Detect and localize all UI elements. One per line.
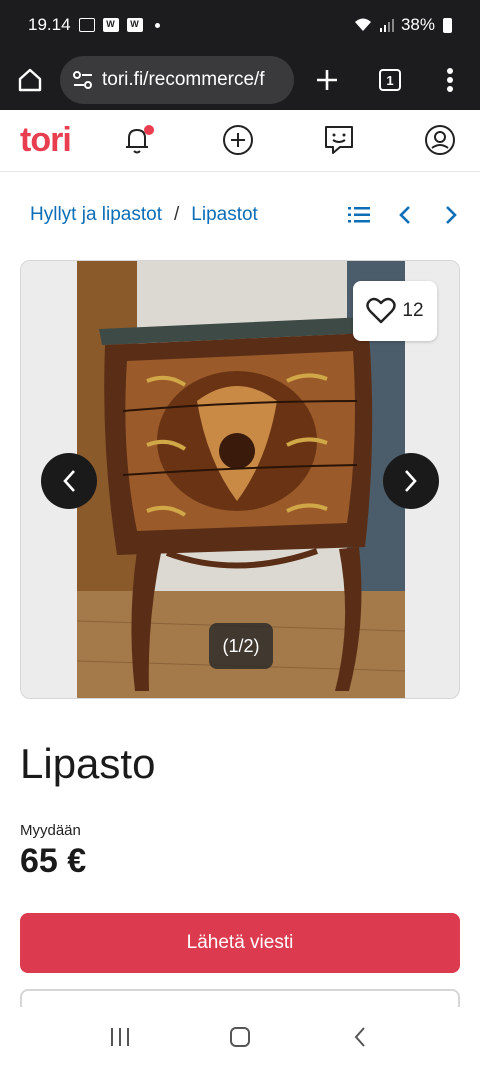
url-text: tori.fi/recommerce/f — [102, 69, 265, 90]
new-tab-button[interactable] — [294, 50, 360, 110]
next-image-button[interactable] — [383, 453, 439, 509]
site-settings-icon[interactable] — [72, 70, 94, 90]
browser-toolbar: tori.fi/recommerce/f 1 — [0, 50, 480, 110]
breadcrumb: Hyllyt ja lipastot / Lipastot — [30, 204, 258, 226]
wifi-icon — [354, 18, 371, 31]
tabs-button[interactable]: 1 — [360, 50, 420, 110]
home-button[interactable] — [220, 1017, 260, 1057]
site-header: tori — [0, 110, 480, 172]
profile-button[interactable] — [422, 122, 458, 158]
add-circle-icon — [223, 125, 253, 155]
messages-icon — [325, 126, 353, 154]
breadcrumb-row: Hyllyt ja lipastot / Lipastot — [0, 195, 480, 235]
favorite-count: 12 — [402, 300, 424, 321]
browser-menu-button[interactable] — [420, 50, 480, 110]
image-gallery[interactable]: 12 (1/2) — [20, 260, 460, 699]
favorite-button[interactable]: 12 — [353, 281, 437, 341]
next-arrow-icon — [405, 470, 417, 492]
breadcrumb-item-dressers[interactable]: Lipastot — [191, 204, 258, 226]
status-time: 19.14 — [28, 15, 71, 34]
listing-title: Lipasto — [20, 740, 156, 787]
recents-icon — [111, 1028, 129, 1046]
home-icon — [230, 1027, 250, 1047]
battery-icon — [443, 17, 452, 33]
more-vert-icon — [447, 68, 453, 92]
back-icon — [354, 1027, 365, 1047]
browser-home-button[interactable] — [0, 50, 60, 110]
tabs-icon: 1 — [379, 69, 401, 91]
next-listing-button[interactable] — [438, 202, 464, 228]
listing-price: 65 € — [20, 842, 87, 880]
status-bar: 19.14 W W 38% — [0, 0, 480, 50]
w-app-icon: W — [102, 18, 119, 32]
bell-icon — [126, 125, 154, 154]
w-app-icon: W — [126, 18, 143, 32]
image-counter: (1/2) — [209, 623, 273, 669]
system-navigation-bar — [0, 1007, 480, 1067]
notifications-button[interactable] — [120, 122, 156, 158]
heart-icon — [366, 297, 397, 324]
chevron-left-icon — [399, 206, 410, 224]
signal-icon — [379, 19, 394, 32]
home-icon — [18, 68, 42, 92]
send-message-button[interactable]: Lähetä viesti — [20, 913, 460, 973]
list-icon — [348, 207, 370, 223]
address-bar[interactable]: tori.fi/recommerce/f — [60, 56, 294, 104]
new-listing-button[interactable] — [220, 122, 256, 158]
list-view-button[interactable] — [346, 202, 372, 228]
tori-logo[interactable]: tori — [20, 121, 72, 160]
previous-image-button[interactable] — [41, 453, 97, 509]
messages-button[interactable] — [321, 122, 357, 158]
profile-icon — [425, 125, 455, 155]
plus-icon — [317, 70, 337, 90]
prev-arrow-icon — [63, 470, 75, 492]
gallery-icon — [78, 18, 95, 32]
previous-listing-button[interactable] — [392, 202, 418, 228]
battery-percent: 38% — [400, 15, 435, 34]
breadcrumb-item-shelves[interactable]: Hyllyt ja lipastot — [30, 204, 162, 226]
trade-type-label: Myydään — [20, 822, 81, 839]
breadcrumb-separator: / — [174, 204, 180, 225]
chevron-right-icon — [446, 206, 457, 224]
tab-count: 1 — [386, 72, 394, 88]
recents-button[interactable] — [100, 1017, 140, 1057]
back-button[interactable] — [340, 1017, 380, 1057]
dot-icon — [154, 22, 160, 28]
